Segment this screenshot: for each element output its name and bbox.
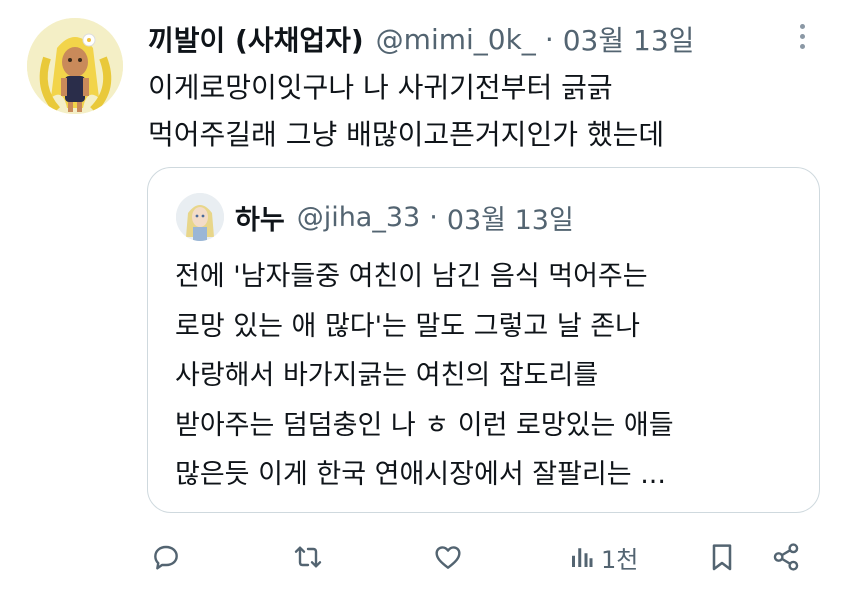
retweet-icon: [294, 546, 322, 568]
quoted-tweet-card[interactable]: 하누 @jiha_33 · 03월 13일 전에 '남자들중 여친이 남긴 음식…: [147, 167, 820, 513]
more-options-icon[interactable]: [796, 24, 808, 54]
retweet-button[interactable]: [292, 537, 324, 577]
author-avatar-image: [27, 18, 123, 114]
author-avatar[interactable]: [27, 18, 123, 114]
bookmark-icon: [712, 544, 732, 571]
author-handle[interactable]: @mimi_0k_: [376, 23, 536, 56]
quoted-text-line: 많은듯 이게 한국 연애시장에서 잘팔리는 ...: [175, 459, 666, 490]
quoted-text-line: 사랑해서 바가지긁는 여친의 잡도리를: [175, 360, 599, 391]
views-icon: [572, 548, 593, 567]
quoted-text-line: 로망 있는 애 많다'는 말도 그렇고 날 존나: [175, 310, 640, 342]
quoted-tweet-text: 전에 '남자들중 여친이 남긴 음식 먹어주는 로망 있는 애 많다'는 말도 …: [175, 252, 674, 500]
quoted-header-separator: ·: [429, 201, 438, 233]
bookmark-button[interactable]: [706, 537, 738, 577]
tweet-date[interactable]: 03월 13일: [563, 19, 695, 59]
tweet-header: 끼발이 (사채업자) @mimi_0k_ · 03월 13일: [148, 18, 694, 60]
tweet-text-line: 이게로망이잇구나 나 사귀기전부터 긁긁: [148, 71, 613, 104]
views-button[interactable]: 1천: [567, 537, 638, 577]
tweet-text: 이게로망이잇구나 나 사귀기전부터 긁긁 먹어주길래 그냥 배많이고픈거지인가 …: [148, 64, 664, 158]
reply-button[interactable]: [150, 537, 182, 577]
quoted-text-line: 받아주는 덤덤충인 나 ㅎ 이런 로망있는 애들: [175, 409, 674, 441]
like-icon: [435, 546, 461, 569]
views-count: 1천: [601, 545, 639, 574]
author-name[interactable]: 끼발이 (사채업자): [148, 19, 364, 59]
tweet-text-line: 먹어주길래 그냥 배많이고픈거지인가 했는데: [148, 118, 665, 151]
quoted-tweet-date: 03월 13일: [446, 204, 574, 236]
quoted-author-name: 하누: [235, 204, 285, 236]
quoted-text-line: 전에 '남자들중 여친이 남긴 음식 먹어주는: [175, 261, 648, 292]
action-bar: 1천: [0, 525, 850, 589]
share-icon: [773, 543, 799, 571]
header-separator: ·: [544, 22, 554, 56]
quoted-tweet-header: 하누 @jiha_33 · 03월 13일: [235, 194, 574, 240]
quoted-author-handle: @jiha_33: [296, 201, 421, 233]
quoted-avatar-image: [176, 193, 224, 241]
like-button[interactable]: [432, 537, 464, 577]
reply-icon: [154, 545, 178, 570]
share-button[interactable]: [770, 537, 802, 577]
quoted-author-avatar: [176, 193, 224, 241]
